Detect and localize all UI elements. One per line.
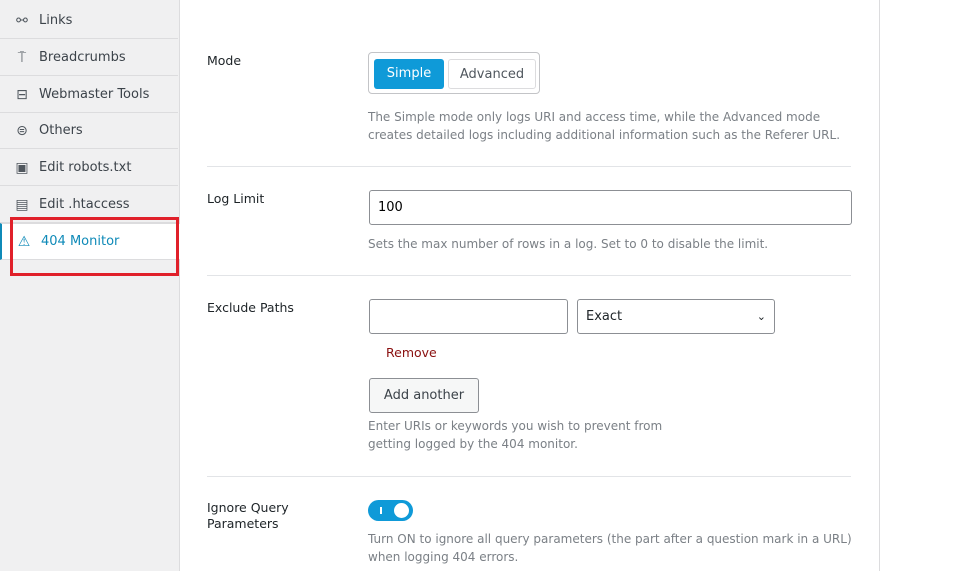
exclude-help: Enter URIs or keywords you wish to preve… <box>368 419 663 451</box>
divider <box>207 476 851 477</box>
chevron-down-icon: ⌄ <box>756 310 766 323</box>
settings-panel: Mode Simple Advanced The Simple mode onl… <box>180 0 880 571</box>
ignore-query-toggle[interactable] <box>368 500 413 521</box>
mode-toggle: Simple Advanced <box>368 52 540 94</box>
match-type-select[interactable]: Exact ⌄ <box>577 299 775 334</box>
mode-simple-button[interactable]: Simple <box>374 59 444 89</box>
toolbox-icon: ⊟ <box>16 86 28 103</box>
sidebar: ⚯ Links ⍑ Breadcrumbs ⊟ Webmaster Tools ⊜ Ot… <box>0 0 180 571</box>
robots-file-icon: ▣ <box>15 159 29 176</box>
ignore-query-label: Ignore Query Parameters <box>207 500 289 531</box>
add-another-button[interactable]: Add another <box>369 378 479 413</box>
remove-link[interactable]: Remove <box>386 345 437 360</box>
divider <box>207 275 851 276</box>
sidebar-item-others[interactable]: ⊜ Others <box>0 113 178 149</box>
list-circle-icon: ⊜ <box>16 122 28 139</box>
match-type-value: Exact <box>586 309 623 324</box>
sidebar-item-label: Webmaster Tools <box>39 87 150 102</box>
sidebar-item-label: Edit robots.txt <box>39 160 132 175</box>
highlight-box <box>10 217 179 276</box>
exclude-path-input[interactable] <box>369 299 568 334</box>
sidebar-item-breadcrumbs[interactable]: ⍑ Breadcrumbs <box>0 40 178 76</box>
ignore-query-help: Turn ON to ignore all query parameters (… <box>368 532 852 564</box>
sidebar-item-webmaster-tools[interactable]: ⊟ Webmaster Tools <box>0 77 178 113</box>
signpost-icon: ⍑ <box>17 49 27 66</box>
sidebar-item-label: Edit .htaccess <box>39 197 130 212</box>
divider <box>207 166 851 167</box>
file-icon: ▤ <box>15 196 29 213</box>
exclude-paths-label: Exclude Paths <box>207 300 294 315</box>
sidebar-item-edit-robots[interactable]: ▣ Edit robots.txt <box>0 150 178 186</box>
mode-advanced-button[interactable]: Advanced <box>448 59 536 89</box>
sidebar-item-links[interactable]: ⚯ Links <box>0 3 178 39</box>
sidebar-item-label: Breadcrumbs <box>39 50 126 65</box>
sidebar-item-label: Others <box>39 123 83 138</box>
mode-help: The Simple mode only logs URI and access… <box>368 110 841 142</box>
link-icon: ⚯ <box>16 12 28 29</box>
mode-label: Mode <box>207 53 242 68</box>
log-limit-label: Log Limit <box>207 191 265 206</box>
log-limit-input[interactable] <box>369 190 852 225</box>
toggle-on-mark <box>380 507 382 514</box>
log-limit-help: Sets the max number of rows in a log. Se… <box>368 237 769 251</box>
sidebar-item-label: Links <box>39 13 73 28</box>
toggle-knob <box>394 503 409 518</box>
